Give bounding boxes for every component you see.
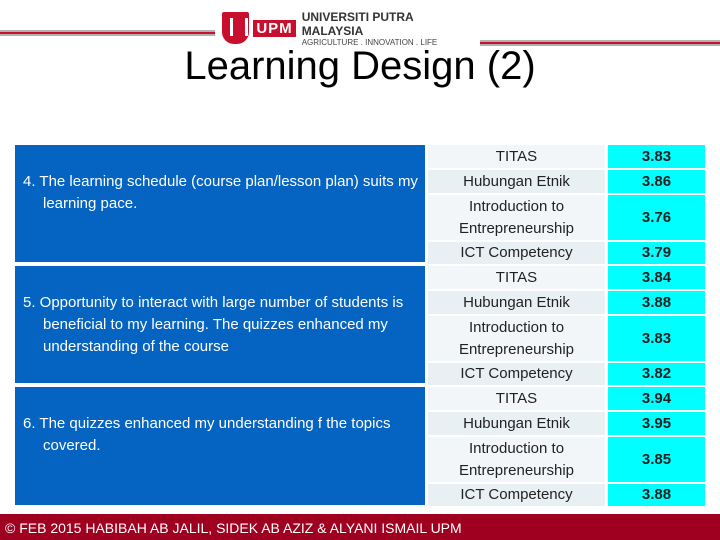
crest-icon [222, 12, 250, 44]
question-block: 5. Opportunity to interact with large nu… [15, 266, 425, 383]
course-label: ICT Competency [428, 363, 605, 385]
university-name: UNIVERSITI PUTRA MALAYSIA [301, 9, 414, 38]
upm-logo: UPM UNIVERSITI PUTRA MALAYSIA AGRICULTUR… [222, 9, 474, 47]
score-value: 3.94 [608, 387, 705, 410]
question-text: 6. The quizzes enhanced my understanding… [23, 415, 391, 454]
score-value: 3.88 [608, 291, 705, 314]
course-label: Introduction to Entrepreneurship [428, 437, 605, 482]
score-value: 3.79 [608, 242, 705, 264]
course-label: ICT Competency [428, 242, 605, 264]
score-value: 3.82 [608, 363, 705, 385]
course-label: ICT Competency [428, 484, 605, 506]
course-label: Introduction to Entrepreneurship [428, 195, 605, 240]
course-label: TITAS [428, 266, 605, 289]
score-value: 3.86 [608, 170, 705, 193]
course-label: Hubungan Etnik [428, 291, 605, 314]
score-value: 3.76 [608, 195, 705, 240]
score-value: 3.95 [608, 412, 705, 435]
course-label: Hubungan Etnik [428, 412, 605, 435]
score-value: 3.83 [608, 145, 705, 168]
course-label: TITAS [428, 387, 605, 410]
score-value: 3.85 [608, 437, 705, 482]
page-title: Learning Design (2) [184, 44, 536, 88]
score-value: 3.83 [608, 316, 705, 361]
score-value: 3.84 [608, 266, 705, 289]
course-label: TITAS [428, 145, 605, 168]
course-label: Hubungan Etnik [428, 170, 605, 193]
footer: © FEB 2015 HABIBAH AB JALIL, SIDEK AB AZ… [0, 514, 720, 540]
question-text: 5. Opportunity to interact with large nu… [23, 294, 404, 355]
logo-abbrev: UPM [253, 19, 296, 37]
question-text: 4. The learning schedule (course plan/le… [23, 173, 418, 212]
course-label: Introduction to Entrepreneurship [428, 316, 605, 361]
header-rule-left [0, 30, 215, 36]
score-value: 3.88 [608, 484, 705, 506]
question-block: 4. The learning schedule (course plan/le… [15, 145, 425, 262]
question-block: 6. The quizzes enhanced my understanding… [15, 387, 425, 505]
